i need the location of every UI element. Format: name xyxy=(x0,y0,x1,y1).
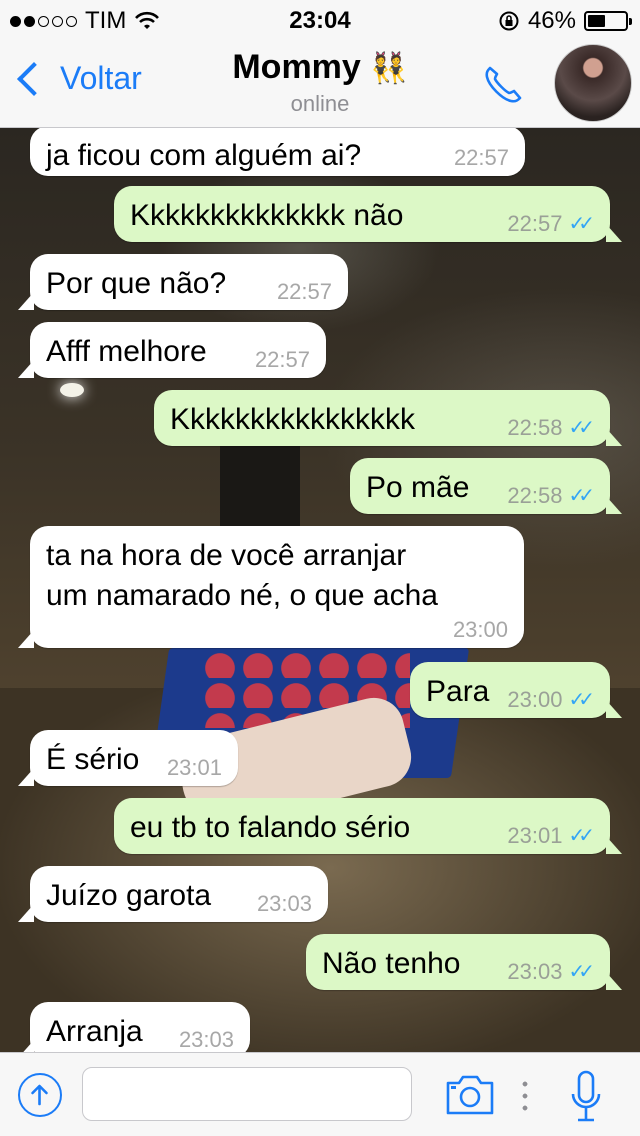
contact-avatar[interactable] xyxy=(554,44,632,122)
outgoing-message[interactable]: Po mãe 22:58 ✓✓ xyxy=(350,458,622,514)
message-meta: 22:58 ✓✓ xyxy=(507,484,594,508)
message-meta: 22:58 ✓✓ xyxy=(507,416,594,440)
message-meta: 23:01 ✓✓ xyxy=(507,824,594,848)
message-meta: 22:57 xyxy=(277,280,332,304)
message-text: ja ficou com alguém ai? xyxy=(46,139,362,172)
upload-button[interactable] xyxy=(18,1073,62,1117)
message-meta: 23:03 xyxy=(257,892,312,916)
more-dots-icon xyxy=(522,1081,528,1111)
status-right: 46% xyxy=(498,7,632,35)
message-time: 22:58 xyxy=(507,415,563,440)
double-check-icon: ✓✓ xyxy=(568,825,594,847)
microphone-icon[interactable] xyxy=(566,1069,606,1125)
contact-name-row: Mommy 👯 xyxy=(0,48,640,87)
message-time: 23:03 xyxy=(256,891,312,916)
contact-status: online xyxy=(290,91,350,116)
double-check-icon: ✓✓ xyxy=(568,213,594,235)
message-time: 23:00 xyxy=(507,687,563,712)
battery-percent: 46% xyxy=(527,7,576,34)
upload-arrow-icon xyxy=(31,1084,48,1106)
message-time: 22:57 xyxy=(254,347,310,372)
message-time: 22:58 xyxy=(507,483,563,508)
message-meta: 23:00 xyxy=(453,618,508,642)
battery-icon xyxy=(584,11,632,31)
contact-title[interactable]: Mommy 👯 online xyxy=(0,48,640,117)
message-time: 23:01 xyxy=(507,823,563,848)
incoming-message[interactable]: Afff melhore 22:57 xyxy=(18,322,326,378)
message-time: 22:57 xyxy=(507,211,563,236)
message-list[interactable]: ja ficou com alguém ai? 22:57 Kkkkkkkkkkkk… xyxy=(0,128,640,1052)
status-bar: TIM 23:04 46% xyxy=(0,0,640,40)
double-check-icon: ✓✓ xyxy=(568,485,594,507)
double-check-icon: ✓✓ xyxy=(568,961,594,983)
message-time: 23:00 xyxy=(452,617,508,642)
battery-level xyxy=(588,15,605,27)
double-check-icon: ✓✓ xyxy=(568,417,594,439)
chat-header: Voltar Mommy 👯 online xyxy=(0,40,640,128)
message-meta: 22:57 ✓✓ xyxy=(507,212,594,236)
message-time: 23:01 xyxy=(166,755,222,780)
contact-emoji: 👯 xyxy=(370,52,408,85)
outgoing-message[interactable]: eu tb to falando sério 23:01 ✓✓ xyxy=(114,798,622,854)
outgoing-message[interactable]: Para 23:00 ✓✓ xyxy=(410,662,622,718)
outgoing-message[interactable]: Não tenho 23:03 ✓✓ xyxy=(306,934,622,990)
orientation-lock-icon xyxy=(499,11,519,31)
message-meta: 23:00 ✓✓ xyxy=(507,688,594,712)
incoming-message[interactable]: ja ficou com alguém ai? 22:57 xyxy=(30,128,525,176)
incoming-message[interactable]: Juízo garota 23:03 xyxy=(18,866,328,922)
phone-icon[interactable] xyxy=(480,62,526,108)
message-time: 23:03 xyxy=(178,1027,234,1052)
message-meta: 22:57 xyxy=(454,146,509,170)
message-time: 22:57 xyxy=(453,145,509,170)
contact-name: Mommy xyxy=(232,48,361,86)
incoming-message[interactable]: Arranja 23:03 xyxy=(18,1002,250,1052)
message-meta: 23:03 ✓✓ xyxy=(507,960,594,984)
input-bar xyxy=(0,1052,640,1136)
outgoing-message[interactable]: Kkkkkkkkkkkkkkkk 22:58 ✓✓ xyxy=(154,390,622,446)
message-time: 23:03 xyxy=(507,959,563,984)
message-meta: 22:57 xyxy=(255,348,310,372)
message-text: ta na hora de você arranjar um namarado … xyxy=(46,539,438,612)
message-input[interactable] xyxy=(82,1067,412,1121)
message-meta: 23:01 xyxy=(167,756,222,780)
incoming-message[interactable]: É sério 23:01 xyxy=(18,730,238,786)
incoming-message[interactable]: Por que não? 22:57 xyxy=(18,254,348,310)
incoming-message[interactable]: ta na hora de você arranjar um namarado … xyxy=(18,526,524,648)
camera-icon[interactable] xyxy=(444,1071,496,1119)
message-meta: 23:03 xyxy=(179,1028,234,1052)
outgoing-message[interactable]: Kkkkkkkkkkkkkk não 22:57 ✓✓ xyxy=(114,186,622,242)
message-time: 22:57 xyxy=(276,279,332,304)
double-check-icon: ✓✓ xyxy=(568,689,594,711)
